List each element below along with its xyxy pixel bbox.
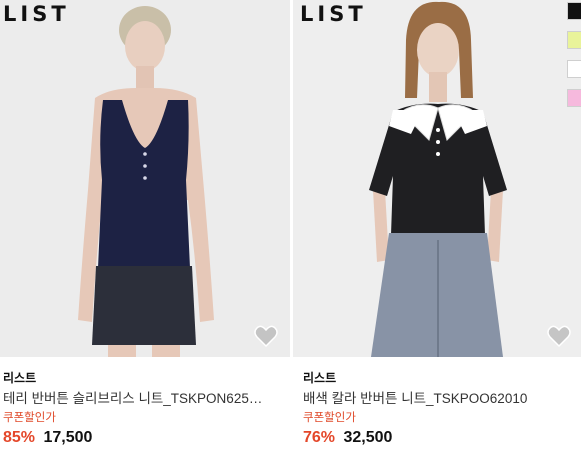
color-swatch-pink[interactable] bbox=[567, 89, 581, 107]
product-image[interactable]: LIST bbox=[0, 0, 290, 357]
brand-logo: LIST bbox=[3, 2, 70, 26]
product-image[interactable]: LIST bbox=[293, 0, 581, 357]
product-card[interactable]: LIST 리스트 배색 칼라 반버튼 니트_TSKPOO62010 쿠폰할인가 … bbox=[293, 0, 581, 452]
heart-icon[interactable] bbox=[254, 325, 278, 347]
brand-name: 리스트 bbox=[303, 371, 337, 385]
discount-rate: 76% bbox=[303, 429, 336, 446]
price-row: 76% 32,500 bbox=[303, 429, 392, 447]
color-swatch-black[interactable] bbox=[567, 2, 581, 20]
product-card[interactable]: LIST 리스트 테리 반버튼 슬리브리스 니트_TSKPON625… 쿠폰할인… bbox=[0, 0, 290, 452]
brand-logo: LIST bbox=[300, 2, 367, 26]
color-swatch-lime[interactable] bbox=[567, 31, 581, 49]
product-photo-illustration bbox=[0, 0, 290, 357]
color-swatch-white[interactable] bbox=[567, 60, 581, 78]
brand-name: 리스트 bbox=[3, 371, 37, 385]
sale-price: 32,500 bbox=[343, 429, 393, 446]
coupon-label: 쿠폰할인가 bbox=[303, 412, 356, 424]
coupon-label: 쿠폰할인가 bbox=[3, 412, 56, 424]
product-photo-illustration bbox=[293, 0, 581, 357]
heart-icon[interactable] bbox=[547, 325, 571, 347]
color-swatches bbox=[567, 2, 581, 118]
discount-rate: 85% bbox=[3, 429, 36, 446]
price-row: 85% 17,500 bbox=[3, 429, 92, 447]
product-name[interactable]: 배색 칼라 반버튼 니트_TSKPOO62010 bbox=[303, 387, 575, 407]
product-name[interactable]: 테리 반버튼 슬리브리스 니트_TSKPON625… bbox=[3, 387, 275, 407]
sale-price: 17,500 bbox=[43, 429, 93, 446]
